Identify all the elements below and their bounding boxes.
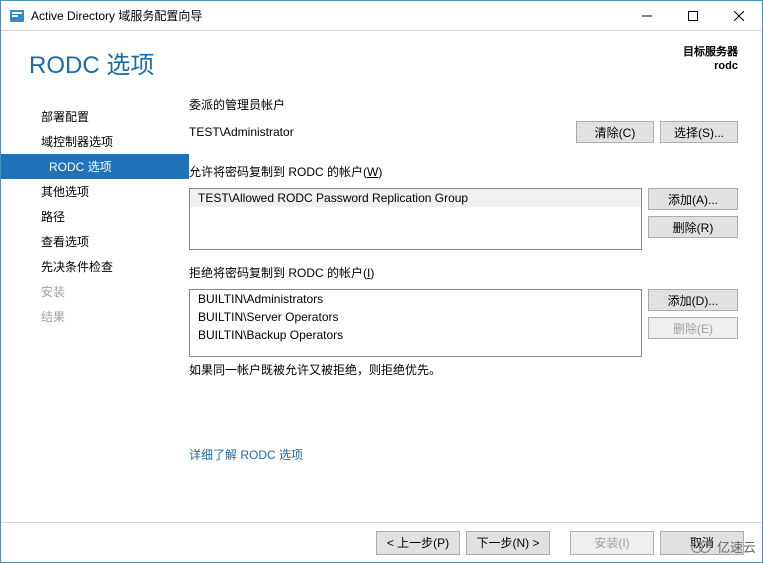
wizard-window: Active Directory 域服务配置向导 RODC 选项 目标服务器 r… (0, 0, 763, 563)
cancel-button[interactable]: 取消 (660, 531, 744, 555)
deny-add-button[interactable]: 添加(D)... (648, 289, 738, 311)
target-server-value: rodc (683, 59, 738, 73)
allow-remove-button[interactable]: 删除(R) (648, 216, 738, 238)
delegated-admin-value: TEST\Administrator (189, 125, 570, 139)
target-server: 目标服务器 rodc (683, 45, 738, 74)
previous-button[interactable]: < 上一步(P) (376, 531, 460, 555)
install-button[interactable]: 安装(I) (570, 531, 654, 555)
allow-add-button[interactable]: 添加(A)... (648, 188, 738, 210)
sidebar-item-6[interactable]: 先决条件检查 (1, 254, 189, 279)
minimize-button[interactable] (624, 1, 670, 31)
footer: < 上一步(P) 下一步(N) > 安装(I) 取消 (1, 522, 762, 562)
maximize-button[interactable] (670, 1, 716, 31)
sidebar-item-5[interactable]: 查看选项 (1, 229, 189, 254)
sidebar-item-4[interactable]: 路径 (1, 204, 189, 229)
deny-listbox[interactable]: BUILTIN\AdministratorsBUILTIN\Server Ope… (189, 289, 642, 357)
sidebar-item-3[interactable]: 其他选项 (1, 179, 189, 204)
allow-row: TEST\Allowed RODC Password Replication G… (189, 188, 738, 250)
deny-button-column: 添加(D)... 删除(E) (648, 289, 738, 357)
window-title: Active Directory 域服务配置向导 (31, 7, 624, 24)
sidebar-item-0[interactable]: 部署配置 (1, 104, 189, 129)
deny-list-item[interactable]: BUILTIN\Server Operators (190, 308, 641, 326)
deny-list-item[interactable]: BUILTIN\Administrators (190, 290, 641, 308)
app-icon (9, 8, 25, 24)
target-server-label: 目标服务器 (683, 45, 738, 59)
window-controls (624, 1, 762, 30)
deny-remove-button[interactable]: 删除(E) (648, 317, 738, 339)
deny-accounts-label: 拒绝将密码复制到 RODC 的帐户(I) (189, 264, 738, 281)
learn-more-link[interactable]: 详细了解 RODC 选项 (189, 446, 303, 463)
deny-row: BUILTIN\AdministratorsBUILTIN\Server Ope… (189, 289, 738, 357)
content-pane: 委派的管理员帐户 TEST\Administrator 清除(C) 选择(S).… (189, 96, 738, 522)
select-button[interactable]: 选择(S)... (660, 121, 738, 143)
allow-accounts-label: 允许将密码复制到 RODC 的帐户(W) (189, 163, 738, 180)
delegated-admin-row: TEST\Administrator 清除(C) 选择(S)... (189, 121, 738, 143)
header: RODC 选项 目标服务器 rodc (1, 31, 762, 84)
sidebar-item-2[interactable]: RODC 选项 (1, 154, 189, 179)
page-title: RODC 选项 (29, 45, 683, 80)
sidebar: 部署配置域控制器选项RODC 选项其他选项路径查看选项先决条件检查安装结果 (1, 96, 189, 522)
close-button[interactable] (716, 1, 762, 31)
delegated-admin-label: 委派的管理员帐户 (189, 96, 738, 113)
allow-listbox[interactable]: TEST\Allowed RODC Password Replication G… (189, 188, 642, 250)
next-button[interactable]: 下一步(N) > (466, 531, 550, 555)
allow-list-item[interactable]: TEST\Allowed RODC Password Replication G… (190, 189, 641, 207)
titlebar: Active Directory 域服务配置向导 (1, 1, 762, 31)
priority-note: 如果同一帐户既被允许又被拒绝，则拒绝优先。 (189, 361, 738, 378)
sidebar-item-7: 安装 (1, 279, 189, 304)
sidebar-item-8: 结果 (1, 304, 189, 329)
main-area: 部署配置域控制器选项RODC 选项其他选项路径查看选项先决条件检查安装结果 委派… (1, 84, 762, 522)
sidebar-item-1[interactable]: 域控制器选项 (1, 129, 189, 154)
clear-button[interactable]: 清除(C) (576, 121, 654, 143)
deny-list-item[interactable]: BUILTIN\Backup Operators (190, 326, 641, 344)
allow-button-column: 添加(A)... 删除(R) (648, 188, 738, 250)
